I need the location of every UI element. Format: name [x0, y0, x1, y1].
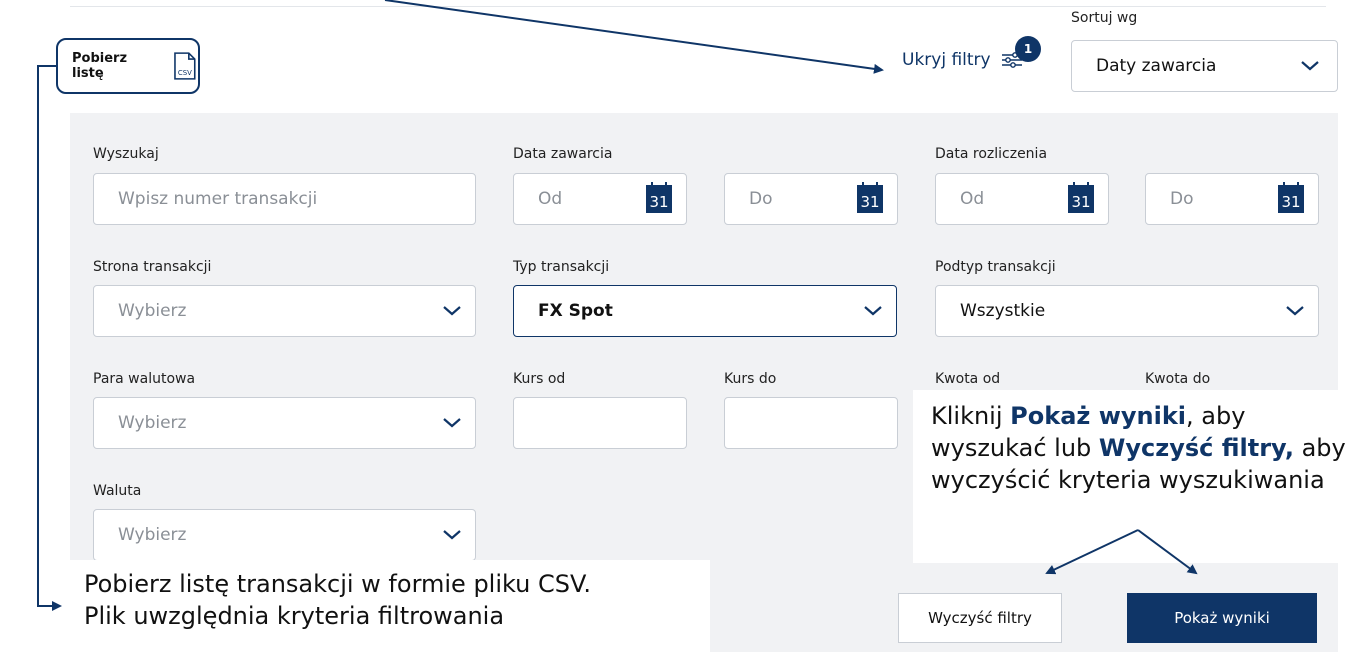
- annotation-arrows: [37, 0, 1198, 611]
